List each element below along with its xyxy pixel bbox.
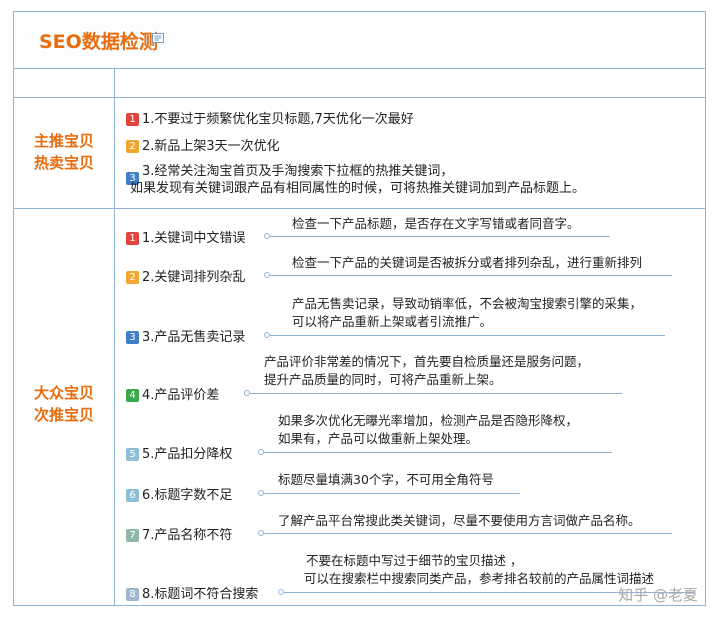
number-badge: 6 [126,489,139,502]
item-desc: 产品无售卖记录，导致动销率低，不会被淘宝搜索引擎的采集， 可以将产品重新上架或者… [292,295,642,331]
connector-line [270,335,665,336]
number-badge: 3 [126,331,139,344]
item-desc: 不要在标题中写过于细节的宝贝描述 ， 可以在搜索栏中搜索同类产品，参考排名较前的… [304,552,655,588]
desc-line: 可以在搜索栏中搜索同类产品，参考排名较前的产品属性词描述 [304,571,655,586]
section-label-mass: 大众宝贝 次推宝贝 [14,382,114,426]
item-title: 2.关键词排列杂乱 [142,270,246,285]
seo-checklist-table: SEO数据检测 主推宝贝 热卖宝贝 1 1.不要过于频繁优化宝贝标题,7天优化一次… [13,11,706,606]
item-title: 6.标题字数不足 [142,488,233,503]
row-divider [14,208,705,209]
desc-line: 产品无售卖记录，导致动销率低，不会被淘宝搜索引擎的采集， [292,296,643,311]
connector-line [264,493,520,494]
note-icon[interactable] [152,32,164,44]
connector-line [264,533,672,534]
item-text: 2.新品上架3天一次优化 [142,139,280,154]
desc-line: 提升产品质量的同时，可将产品重新上架。 [264,372,502,387]
connector-line [264,452,612,453]
item-title: 1.关键词中文错误 [142,231,246,246]
item-desc: 标题尽量填满30个字，不可用全角符号 [278,471,494,489]
column-divider [114,68,115,605]
number-badge: 8 [126,588,139,601]
number-badge: 4 [126,389,139,402]
number-badge: 7 [126,529,139,542]
desc-line: 如果多次优化无曝光率增加，检测产品是否隐形降权， [278,413,579,428]
item-desc: 检查一下产品标题，是否存在文字写错或者同音字。 [292,215,580,233]
desc-line: 不要在标题中写过于细节的宝贝描述 ， [306,553,523,568]
item-title: 4.产品评价差 [142,388,220,403]
item-title: 7.产品名称不符 [142,528,233,543]
section-label-line: 次推宝贝 [33,406,94,424]
desc-line: 产品评价非常差的情况下，首先要自检质量还是服务问题， [264,354,590,369]
check-item: 7 7.产品名称不符 [126,524,232,543]
connector-line [270,236,610,237]
section-label-line: 大众宝贝 [33,384,94,402]
check-item: 1 1.关键词中文错误 [126,227,245,246]
watermark: 知乎 @老夏 [618,586,698,604]
item-title: 8.标题词不符合搜索 [142,587,259,602]
desc-line: 如果有，产品可以做重新上架处理。 [278,431,479,446]
section-label-main: 主推宝贝 热卖宝贝 [14,130,114,174]
desc-line: 检查一下产品的关键词是否被拆分或者排列杂乱，进行重新排列 [292,255,643,270]
section-label-line: 热卖宝贝 [33,154,94,172]
desc-line: 了解产品平台常搜此类关键词，尽量不要使用方言词做产品名称。 [278,513,641,528]
item-text: 如果发现有关键词跟产品有相同属性的时候，可将热推关键词加到产品标题上。 [130,181,586,196]
connector-line [250,393,622,394]
list-item: 3 3.经常关注淘宝首页及手淘搜索下拉框的热推关键词， 如果发现有关键词跟产品有相同… [126,163,585,197]
check-item: 6 6.标题字数不足 [126,484,232,503]
check-item: 5 5.产品扣分降权 [126,443,232,462]
list-item: 1 1.不要过于频繁优化宝贝标题,7天优化一次最好 [126,108,414,127]
number-badge: 1 [126,232,139,245]
page-title: SEO数据检测 [39,31,158,53]
section-label-line: 主推宝贝 [33,132,94,150]
item-desc: 了解产品平台常搜此类关键词，尽量不要使用方言词做产品名称。 [278,512,641,530]
list-item: 2 2.新品上架3天一次优化 [126,135,280,154]
check-item: 3 3.产品无售卖记录 [126,326,245,345]
desc-line: 检查一下产品标题，是否存在文字写错或者同音字。 [292,216,580,231]
desc-line: 可以将产品重新上架或者引流推广。 [292,314,493,329]
check-item: 2 2.关键词排列杂乱 [126,266,245,285]
item-desc: 如果多次优化无曝光率增加，检测产品是否隐形降权， 如果有，产品可以做重新上架处理… [278,412,578,448]
item-title: 5.产品扣分降权 [142,447,233,462]
connector-line [270,275,672,276]
number-badge: 2 [126,271,139,284]
item-desc: 检查一下产品的关键词是否被拆分或者排列杂乱，进行重新排列 [292,254,642,272]
desc-line: 标题尽量填满30个字，不可用全角符号 [278,472,494,487]
item-text: 3.经常关注淘宝首页及手淘搜索下拉框的热推关键词， [142,164,454,179]
item-text-block: 3.经常关注淘宝首页及手淘搜索下拉框的热推关键词， 如果发现有关键词跟产品有相同属… [130,163,585,197]
item-title: 3.产品无售卖记录 [142,330,246,345]
number-badge: 5 [126,448,139,461]
title-row: SEO数据检测 [14,12,705,69]
check-item: 8 8.标题词不符合搜索 [126,583,258,602]
item-desc: 产品评价非常差的情况下，首先要自检质量还是服务问题， 提升产品质量的同时，可将产… [264,353,589,389]
number-badge: 1 [126,113,139,126]
item-text: 1.不要过于频繁优化宝贝标题,7天优化一次最好 [142,112,414,127]
number-badge: 2 [126,140,139,153]
row-divider [14,97,705,98]
check-item: 4 4.产品评价差 [126,384,219,403]
